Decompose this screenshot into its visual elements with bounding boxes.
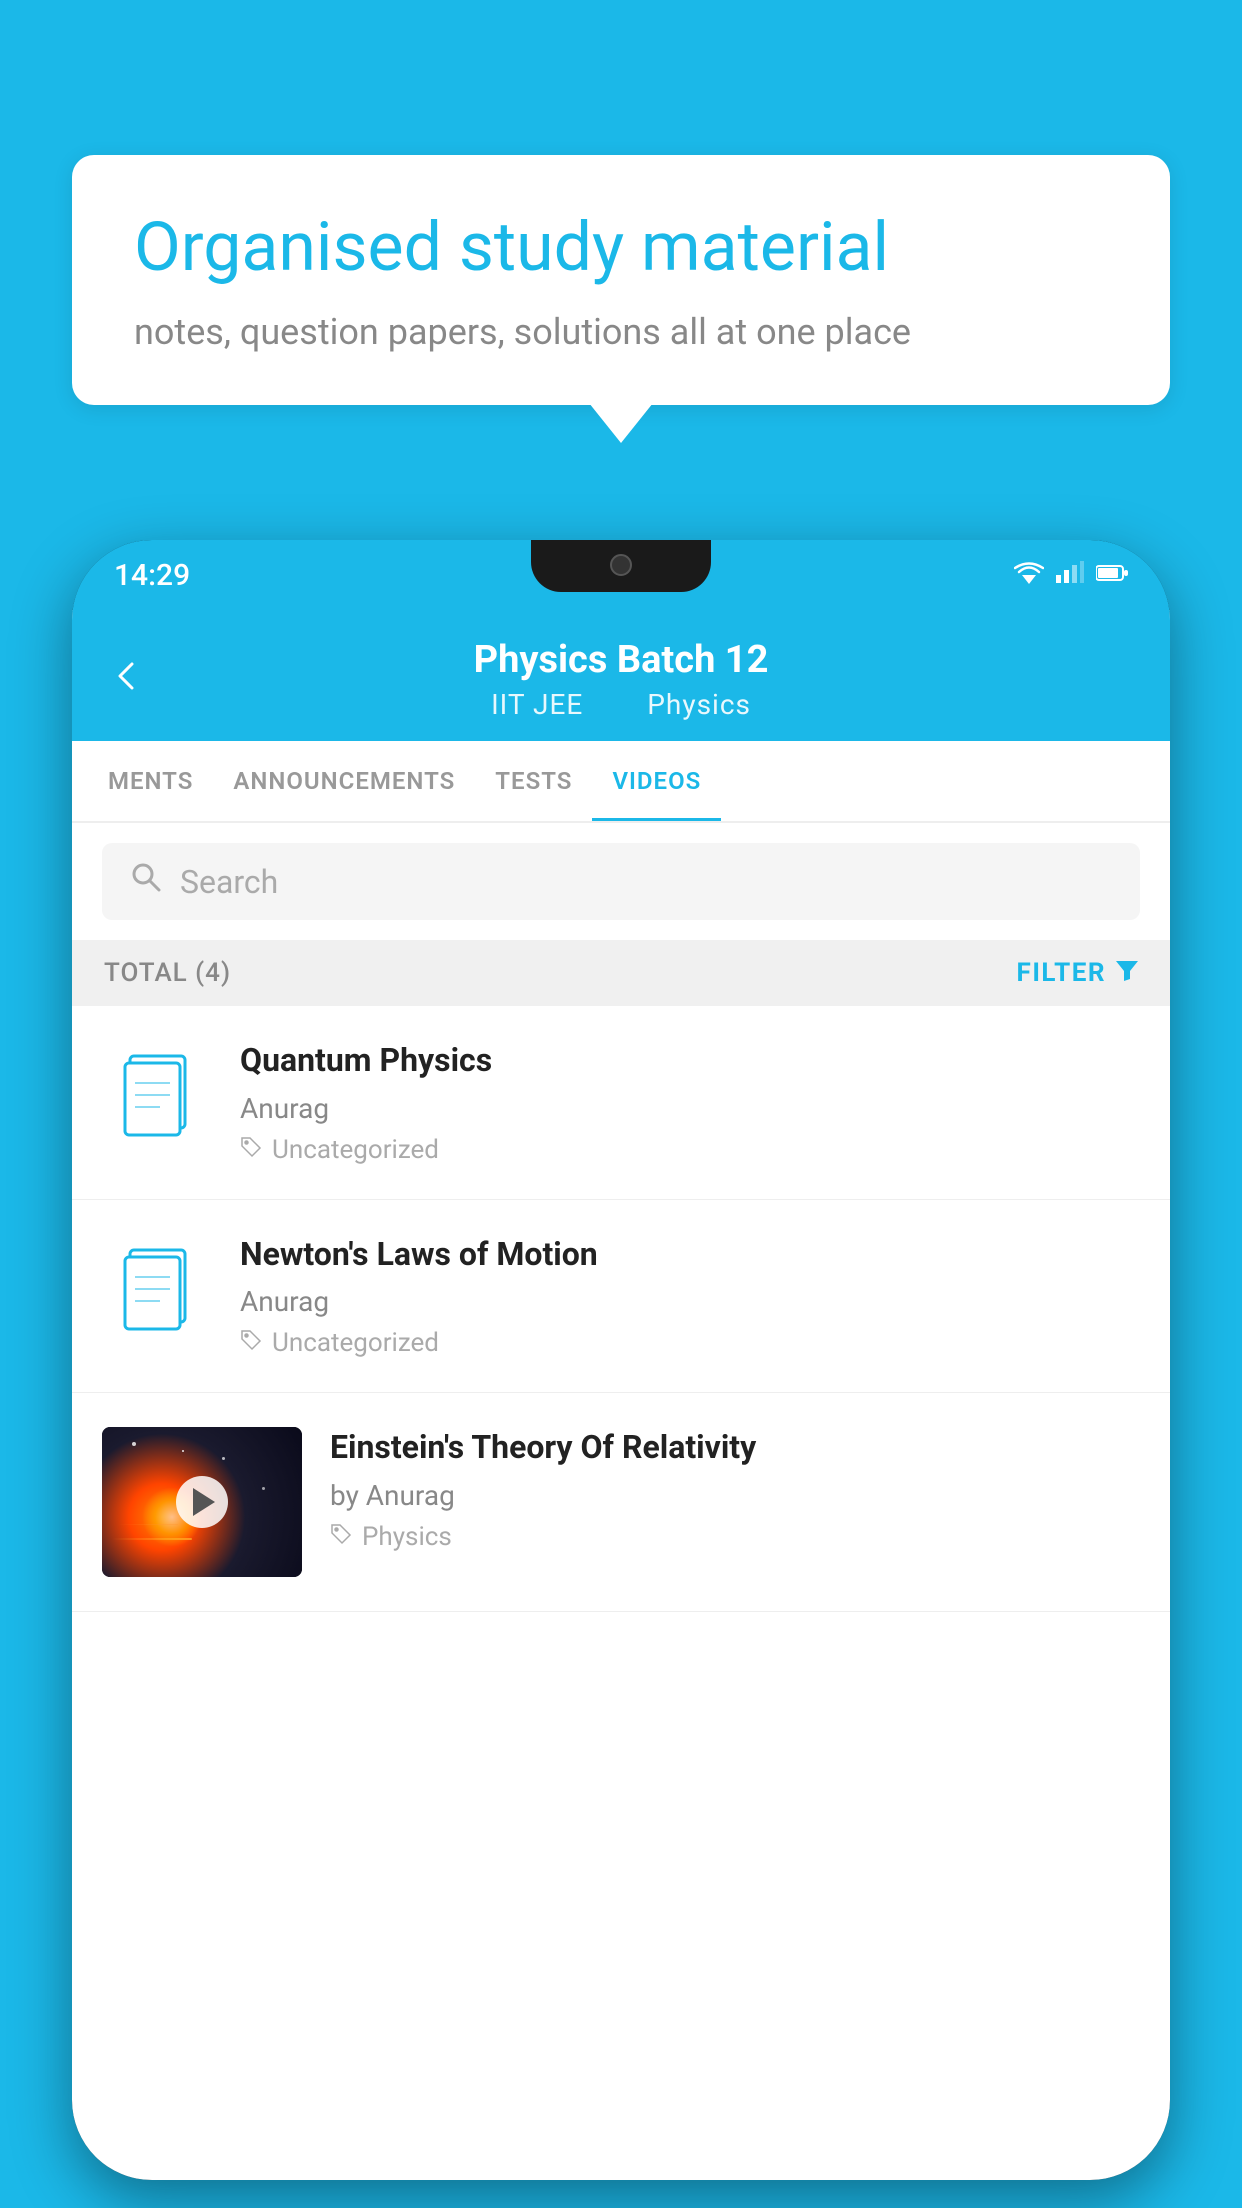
video-tag-3: Physics: [330, 1522, 1140, 1552]
tab-videos[interactable]: VIDEOS: [592, 741, 721, 821]
list-item[interactable]: Quantum Physics Anurag Uncategorized: [72, 1006, 1170, 1200]
status-bar: 14:29: [72, 540, 1170, 610]
video-tag-text-3: Physics: [362, 1522, 452, 1552]
tag-icon-2: [240, 1329, 262, 1357]
header-subtitle-part2: Physics: [647, 688, 751, 721]
video-author-2: Anurag: [240, 1285, 1140, 1318]
search-input[interactable]: Search: [180, 863, 278, 901]
video-title-2: Newton's Laws of Motion: [240, 1234, 1140, 1276]
search-icon: [130, 861, 162, 902]
bubble-title: Organised study material: [134, 207, 1108, 289]
phone-screen: Physics Batch 12 IIT JEE Physics MENTS A…: [72, 610, 1170, 2180]
tag-icon-3: [330, 1523, 352, 1551]
list-item[interactable]: Einstein's Theory Of Relativity by Anura…: [72, 1393, 1170, 1612]
status-time: 14:29: [114, 558, 190, 593]
tab-tests[interactable]: TESTS: [475, 741, 592, 821]
filter-label: FILTER: [1017, 958, 1106, 988]
filter-button[interactable]: FILTER: [1017, 958, 1138, 988]
video-info-3: Einstein's Theory Of Relativity by Anura…: [330, 1427, 1140, 1552]
play-icon: [193, 1488, 215, 1516]
app-header: Physics Batch 12 IIT JEE Physics: [72, 610, 1170, 741]
video-list: Quantum Physics Anurag Uncategorized: [72, 1006, 1170, 1612]
video-thumbnail-3: [102, 1427, 302, 1577]
tabs-bar: MENTS ANNOUNCEMENTS TESTS VIDEOS: [72, 741, 1170, 823]
video-tag-text-1: Uncategorized: [272, 1135, 439, 1165]
header-title: Physics Batch 12: [474, 638, 769, 682]
wifi-icon: [1014, 560, 1044, 591]
video-title-1: Quantum Physics: [240, 1040, 1140, 1082]
video-thumb-1: [102, 1040, 212, 1150]
speech-bubble: Organised study material notes, question…: [72, 155, 1170, 405]
signal-icon: [1056, 560, 1084, 590]
filter-icon: [1116, 958, 1138, 988]
tab-ments[interactable]: MENTS: [88, 741, 213, 821]
search-container: Search: [72, 823, 1170, 940]
battery-icon: [1096, 560, 1128, 590]
back-button[interactable]: [112, 650, 142, 702]
header-subtitle-part1: IIT JEE: [491, 688, 583, 721]
play-button[interactable]: [176, 1476, 228, 1528]
video-tag-2: Uncategorized: [240, 1328, 1140, 1358]
search-bar[interactable]: Search: [102, 843, 1140, 920]
tag-icon-1: [240, 1136, 262, 1164]
bubble-subtitle: notes, question papers, solutions all at…: [134, 311, 1108, 353]
video-tag-1: Uncategorized: [240, 1135, 1140, 1165]
list-item[interactable]: Newton's Laws of Motion Anurag Uncategor…: [72, 1200, 1170, 1394]
notch: [531, 540, 711, 592]
video-thumb-2: [102, 1234, 212, 1344]
status-icons: [1014, 560, 1128, 591]
video-info-2: Newton's Laws of Motion Anurag Uncategor…: [240, 1234, 1140, 1359]
video-author-3: by Anurag: [330, 1479, 1140, 1512]
header-subtitle: IIT JEE Physics: [477, 688, 765, 721]
video-info-1: Quantum Physics Anurag Uncategorized: [240, 1040, 1140, 1165]
tab-announcements[interactable]: ANNOUNCEMENTS: [213, 741, 475, 821]
video-tag-text-2: Uncategorized: [272, 1328, 439, 1358]
phone-frame: 14:29: [72, 540, 1170, 2180]
total-count: TOTAL (4): [104, 958, 231, 988]
camera: [610, 554, 632, 576]
total-filter-bar: TOTAL (4) FILTER: [72, 940, 1170, 1006]
video-author-1: Anurag: [240, 1092, 1140, 1125]
video-title-3: Einstein's Theory Of Relativity: [330, 1427, 1140, 1469]
